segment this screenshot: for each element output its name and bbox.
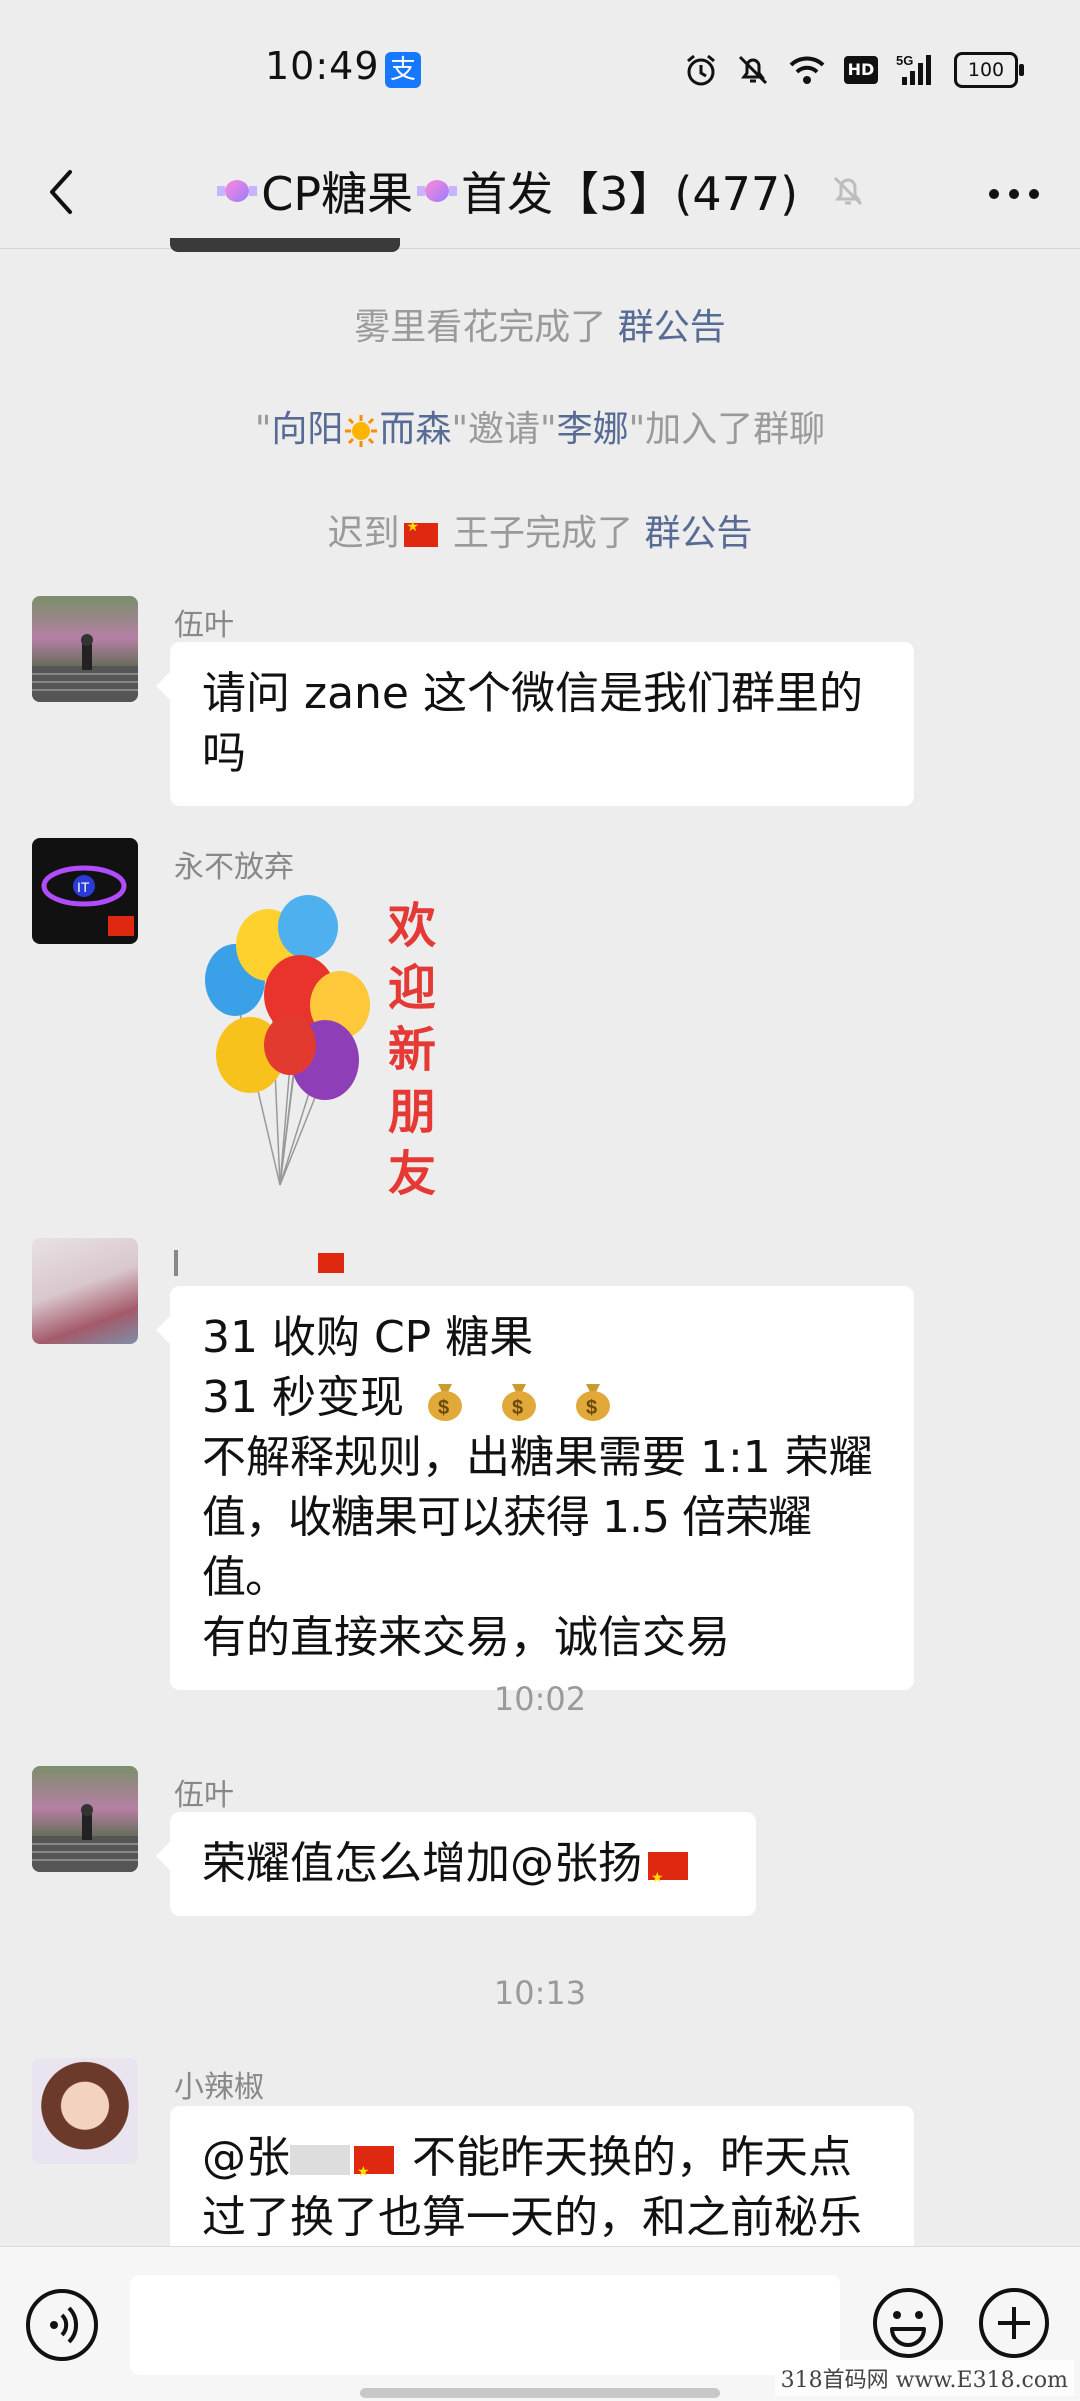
inviter-name-a[interactable]: 向阳	[271, 409, 343, 450]
chat-header: CP糖果 首发【3】(477)	[0, 140, 1080, 250]
sender-name: 小辣椒	[174, 2070, 264, 2105]
system-message-invite: "向阳 而森"邀请"李娜"加入了群聊	[254, 409, 826, 450]
money-bag-icon: $	[501, 1384, 536, 1421]
money-bag-icon: $	[575, 1384, 610, 1421]
header-divider	[0, 248, 1080, 249]
sender-name: 永不放弃	[174, 850, 294, 885]
message-bubble[interactable]: 31 收购 CP 糖果 31 秒变现 $ $ $ 不解释规则，出糖果需要 1:1…	[156, 1286, 914, 1690]
hd-icon: HD	[844, 56, 878, 84]
message-line: 值，收糖果可以获得 1.5 倍荣耀值。	[202, 1492, 812, 1603]
home-indicator[interactable]	[360, 2388, 720, 2398]
avatar[interactable]	[32, 1238, 138, 1344]
sender-name-redacted	[174, 1244, 344, 1279]
status-icons: HD 5G 100	[684, 48, 1024, 92]
avatar-photo	[32, 634, 138, 702]
message-line: 31 秒变现 $ $ $	[202, 1368, 882, 1428]
avatar[interactable]	[32, 2058, 138, 2164]
svg-text:$: $	[512, 1397, 523, 1419]
message-bubble[interactable]: 请问 zane 这个微信是我们群里的 吗	[156, 642, 914, 806]
voice-input-button[interactable]	[26, 2289, 98, 2361]
inviter-name-b[interactable]: 而森	[379, 409, 451, 450]
sender-name: 伍叶	[174, 1778, 234, 1813]
timestamp: 10:02	[493, 1680, 587, 1718]
plus-button-icon[interactable]	[976, 2285, 1052, 2361]
mute-bell-icon	[738, 55, 768, 85]
avatar[interactable]: IT	[32, 838, 138, 944]
message-bubble[interactable]: 荣耀值怎么增加@张扬	[156, 1812, 756, 1916]
svg-text:IT: IT	[77, 879, 90, 895]
sender-name: 伍叶	[174, 608, 234, 643]
chat-title[interactable]: CP糖果 首发【3】(477)	[0, 158, 1080, 224]
announcement-link[interactable]: 群公告	[618, 307, 726, 348]
china-flag-icon	[317, 1252, 344, 1273]
timestamp: 10:13	[493, 1974, 587, 2012]
svg-text:$: $	[586, 1397, 597, 1419]
announcement-link[interactable]: 群公告	[644, 513, 752, 554]
signal-icon: 5G	[896, 53, 931, 85]
alarm-icon	[687, 54, 715, 86]
clock: 10:49	[265, 44, 380, 88]
message-line: 31 收购 CP 糖果	[202, 1312, 534, 1363]
avatar-logo: IT	[41, 865, 134, 936]
more-options-icon[interactable]	[984, 174, 1044, 214]
china-flag-icon	[354, 2142, 394, 2202]
candy-emoji-icon	[217, 176, 258, 206]
money-bag-icon: $	[427, 1384, 462, 1421]
redacted-blur	[290, 2145, 350, 2175]
message-line: 有的直接来交易，诚信交易	[202, 1612, 730, 1663]
message-input[interactable]	[130, 2275, 840, 2375]
status-bar: 10:49 支 HD 5G 100	[0, 0, 1080, 140]
title-suffix: 首发【3】(477)	[461, 167, 799, 221]
sun-emoji-icon	[345, 415, 378, 447]
candy-emoji-icon	[417, 176, 458, 206]
emoji-button-icon[interactable]	[870, 2285, 946, 2361]
previous-image-fragment[interactable]	[170, 238, 400, 252]
battery-icon: 100	[954, 52, 1024, 88]
svg-text:$: $	[438, 1397, 449, 1419]
system-message-announcement: 雾里看花完成了 群公告	[354, 307, 726, 348]
voice-wave-icon	[50, 2306, 79, 2344]
title-group-name: CP糖果	[261, 167, 414, 221]
wifi-icon	[789, 56, 825, 84]
watermark: 318首码网 www.E318.com	[774, 2360, 1074, 2396]
sticker-caption: 欢迎新朋友	[388, 898, 437, 1202]
avatar[interactable]	[32, 596, 138, 702]
svg-text:5G: 5G	[896, 53, 913, 68]
alipay-notification-icon: 支	[385, 52, 421, 88]
china-flag-icon	[648, 1848, 688, 1908]
invitee-name[interactable]: 李娜	[557, 409, 629, 450]
avatar[interactable]	[32, 1766, 138, 1872]
message-line: 不解释规则，出糖果需要 1:1 荣耀	[202, 1432, 873, 1483]
system-message-announcement-2: 迟到 王子完成了 群公告	[0, 504, 1080, 556]
avatar-photo	[32, 1804, 138, 1872]
welcome-balloon-sticker[interactable]: 欢迎新朋友	[190, 895, 470, 1205]
muted-bell-icon	[833, 176, 862, 206]
china-flag-icon	[403, 519, 438, 547]
